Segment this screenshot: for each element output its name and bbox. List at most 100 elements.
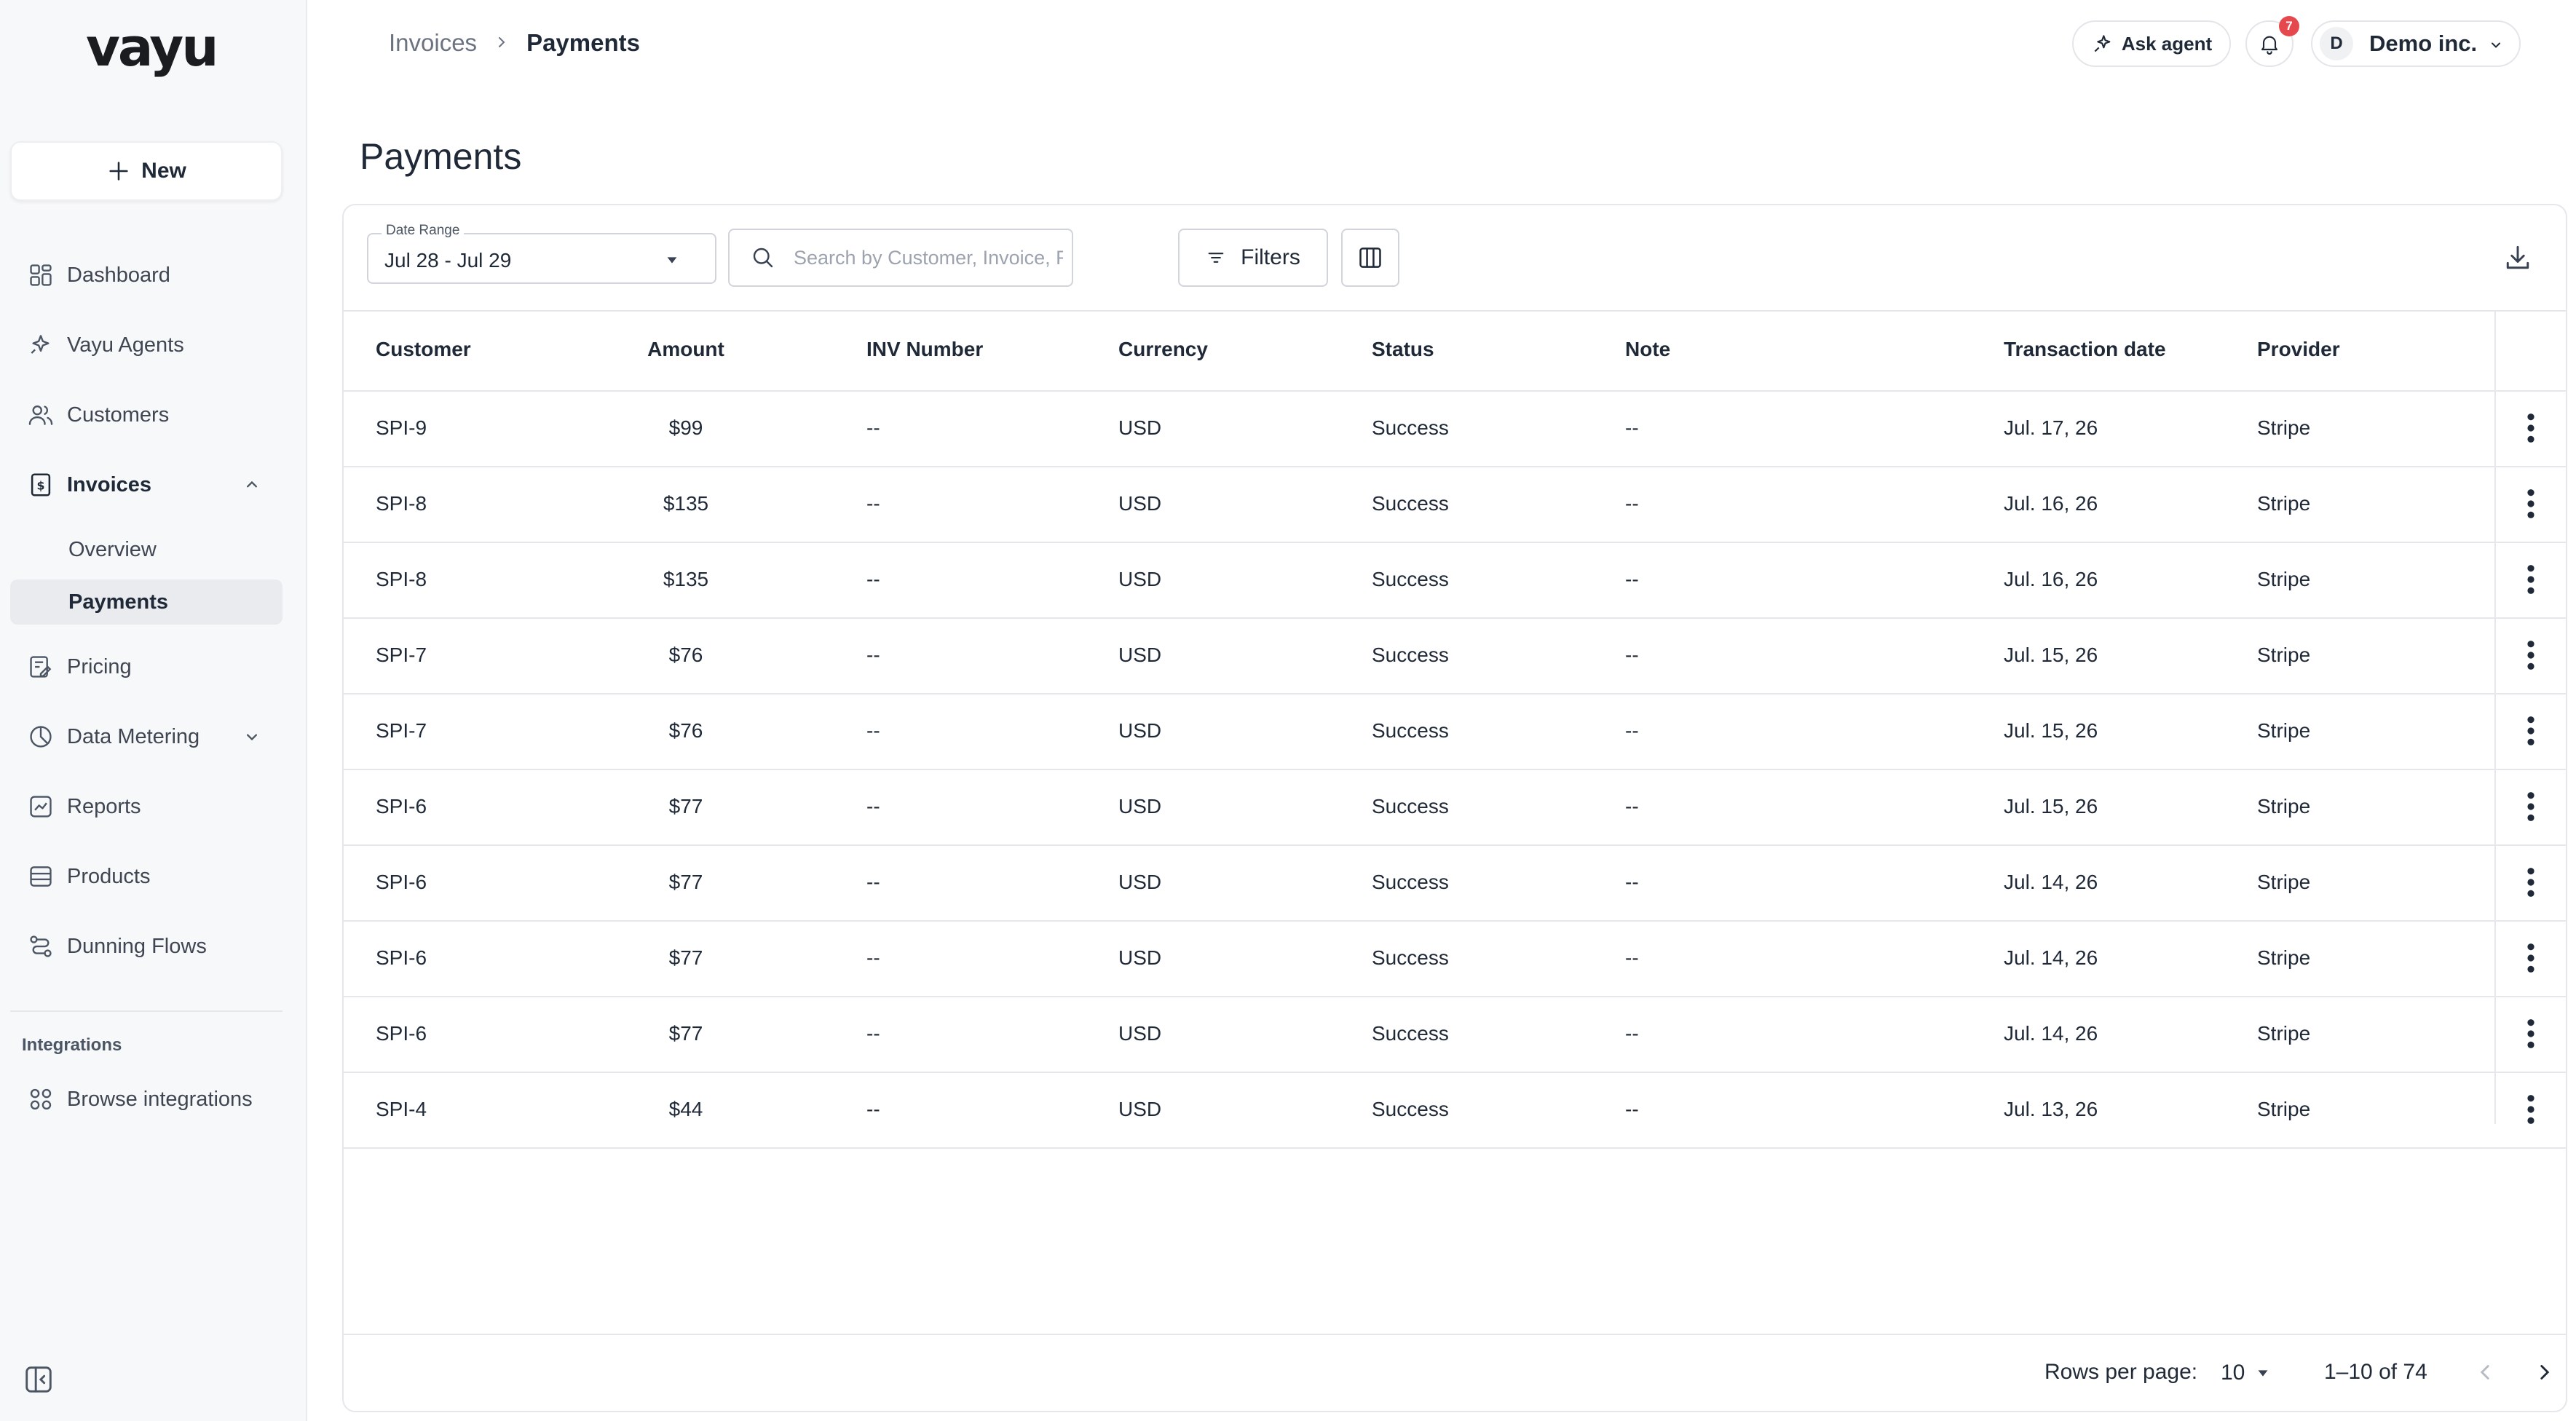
- column-header-status[interactable]: Status: [1372, 338, 1434, 361]
- previous-page-icon[interactable]: [2473, 1360, 2497, 1385]
- sidebar-item-label: Pricing: [67, 654, 132, 678]
- cell-currency: USD: [1118, 1098, 1162, 1120]
- sidebar-item-browse-integrations[interactable]: Browse integrations: [10, 1076, 283, 1123]
- sidebar-item-label: Browse integrations: [67, 1087, 253, 1111]
- row-actions-icon[interactable]: [2521, 487, 2541, 520]
- sidebar-item-label: Dashboard: [67, 263, 170, 287]
- sidebar-item-reports[interactable]: Reports: [10, 783, 283, 830]
- sparkle-icon: [23, 328, 58, 363]
- row-actions-icon[interactable]: [2521, 1093, 2541, 1126]
- row-actions-icon[interactable]: [2521, 790, 2541, 823]
- cell-note: --: [1625, 416, 1639, 439]
- caret-down-icon: [667, 257, 677, 264]
- caret-down-icon: [2258, 1370, 2268, 1377]
- ask-agent-button[interactable]: Ask agent: [2072, 20, 2231, 67]
- page-title: Payments: [360, 136, 522, 177]
- next-page-icon[interactable]: [2532, 1360, 2557, 1385]
- sidebar-item-dashboard[interactable]: Dashboard: [10, 252, 283, 298]
- sidebar-item-data-metering[interactable]: Data Metering: [10, 713, 283, 760]
- cell-status: Success: [1372, 1022, 1449, 1045]
- notification-count-badge: 7: [2279, 16, 2299, 36]
- sidebar-item-invoices[interactable]: $ Invoices: [10, 462, 283, 508]
- cell-status: Success: [1372, 719, 1449, 742]
- cell-amount: $77: [668, 1022, 703, 1045]
- sidebar-item-products[interactable]: Products: [10, 853, 283, 900]
- sidebar-item-vayu-agents[interactable]: Vayu Agents: [10, 322, 283, 368]
- cell-currency: USD: [1118, 795, 1162, 818]
- pagination-range: 1–10 of 74: [2324, 1360, 2427, 1384]
- filters-label: Filters: [1241, 245, 1300, 269]
- rows-per-page-value: 10: [2221, 1361, 2245, 1385]
- row-actions-icon[interactable]: [2521, 1017, 2541, 1050]
- sidebar-subitem-label: Overview: [68, 537, 157, 561]
- cell-status: Success: [1372, 946, 1449, 969]
- rows-per-page-select[interactable]: 10: [2221, 1357, 2282, 1389]
- cell-provider: Stripe: [2257, 946, 2311, 969]
- sidebar-subitem-overview[interactable]: Overview: [10, 527, 283, 572]
- ask-agent-label: Ask agent: [2121, 32, 2213, 55]
- cell-status: Success: [1372, 871, 1449, 893]
- cell-provider: Stripe: [2257, 1098, 2311, 1120]
- filters-button[interactable]: Filters: [1178, 229, 1328, 287]
- cell-inv-number: --: [866, 795, 880, 818]
- cell-amount: $135: [663, 568, 709, 590]
- row-actions-icon[interactable]: [2521, 638, 2541, 672]
- app-root: vayu New Dashboard Vayu Agents Customers: [0, 0, 2576, 1421]
- cell-currency: USD: [1118, 568, 1162, 590]
- columns-toggle-button[interactable]: [1341, 229, 1399, 287]
- column-header-provider[interactable]: Provider: [2257, 338, 2340, 361]
- sidebar-subitem-label: Payments: [68, 590, 169, 614]
- cell-transaction-date: Jul. 17, 26: [2004, 416, 2098, 439]
- column-header-inv-number[interactable]: INV Number: [866, 338, 983, 361]
- cell-provider: Stripe: [2257, 492, 2311, 515]
- cell-note: --: [1625, 795, 1639, 818]
- date-range-value: Jul 28 - Jul 29: [384, 249, 512, 272]
- cell-transaction-date: Jul. 14, 26: [2004, 946, 2098, 969]
- column-header-amount[interactable]: Amount: [642, 338, 730, 361]
- cell-status: Success: [1372, 644, 1449, 666]
- account-menu[interactable]: D Demo inc.: [2311, 20, 2521, 67]
- sidebar-subitem-payments[interactable]: Payments: [10, 579, 283, 625]
- cell-customer: SPI-6: [376, 871, 427, 893]
- cell-inv-number: --: [866, 719, 880, 742]
- download-icon[interactable]: [2502, 242, 2534, 274]
- cell-note: --: [1625, 644, 1639, 666]
- collapse-sidebar-icon[interactable]: [22, 1363, 55, 1396]
- search-input[interactable]: [794, 246, 1063, 269]
- cell-amount: $44: [668, 1098, 703, 1120]
- search-box: [728, 229, 1073, 287]
- breadcrumb-invoices[interactable]: Invoices: [389, 29, 477, 57]
- cell-amount: $77: [668, 871, 703, 893]
- column-header-note[interactable]: Note: [1625, 338, 1670, 361]
- sidebar-item-customers[interactable]: Customers: [10, 392, 283, 438]
- products-icon: [23, 859, 58, 894]
- cell-note: --: [1625, 1098, 1639, 1120]
- cell-inv-number: --: [866, 1022, 880, 1045]
- date-range-select[interactable]: Date Range Jul 28 - Jul 29: [367, 223, 716, 284]
- cell-status: Success: [1372, 492, 1449, 515]
- filter-icon: [1208, 253, 1224, 263]
- row-actions-icon[interactable]: [2521, 411, 2541, 445]
- logo: vayu: [86, 17, 219, 78]
- cell-inv-number: --: [866, 871, 880, 893]
- cell-customer: SPI-8: [376, 568, 427, 590]
- column-header-transaction-date[interactable]: Transaction date: [2004, 338, 2166, 361]
- cell-currency: USD: [1118, 492, 1162, 515]
- sidebar-divider: [10, 1010, 283, 1012]
- cell-amount: $76: [668, 644, 703, 666]
- row-actions-icon[interactable]: [2521, 563, 2541, 596]
- row-actions-icon[interactable]: [2521, 714, 2541, 748]
- sidebar-item-label: Customers: [67, 403, 170, 427]
- column-header-customer[interactable]: Customer: [376, 338, 471, 361]
- row-actions-icon[interactable]: [2521, 941, 2541, 975]
- account-name: Demo inc.: [2369, 31, 2478, 56]
- new-button[interactable]: New: [10, 141, 283, 201]
- column-header-currency[interactable]: Currency: [1118, 338, 1208, 361]
- actions-column-divider: [2494, 310, 2496, 1124]
- cell-note: --: [1625, 568, 1639, 590]
- sidebar-item-dunning-flows[interactable]: Dunning Flows: [10, 923, 283, 970]
- sidebar-item-pricing[interactable]: Pricing: [10, 644, 283, 690]
- row-actions-icon[interactable]: [2521, 866, 2541, 899]
- cell-provider: Stripe: [2257, 1022, 2311, 1045]
- cell-transaction-date: Jul. 15, 26: [2004, 719, 2098, 742]
